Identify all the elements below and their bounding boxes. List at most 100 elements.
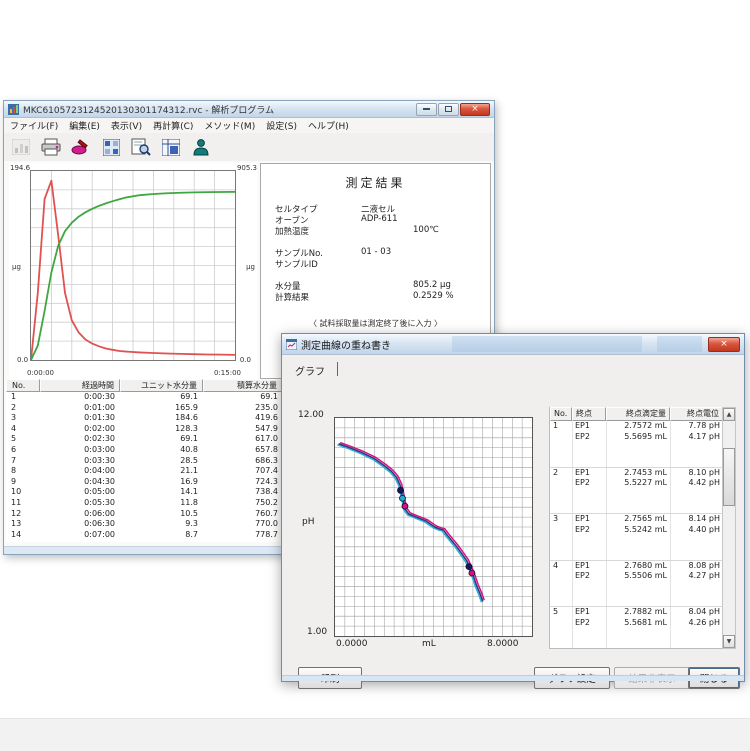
moisture-table-row[interactable]: 90:04:3016.9724.3 bbox=[6, 477, 283, 488]
left-axis-unit: μg bbox=[12, 263, 21, 271]
result-row: オーブンADP-611 bbox=[275, 214, 490, 225]
maximize-button[interactable] bbox=[438, 103, 459, 116]
moisture-table-row[interactable]: 140:07:008.7778.7 bbox=[6, 530, 283, 541]
print-tool-button[interactable] bbox=[37, 134, 65, 161]
menu-item[interactable]: ファイル(F) bbox=[10, 119, 58, 132]
results-title: 測定結果 bbox=[261, 174, 490, 191]
moisture-table-row[interactable]: 60:03:0040.8657.8 bbox=[6, 445, 283, 456]
endpoint-marker bbox=[466, 564, 472, 570]
scroll-up-arrow[interactable]: ▲ bbox=[723, 408, 735, 421]
results-note: 〈 試料採取量は測定終了後に入力 〉 bbox=[261, 318, 490, 329]
endpoint-marker bbox=[398, 487, 404, 493]
endpoint-marker bbox=[469, 570, 475, 576]
chart-icon bbox=[12, 139, 30, 155]
calc-tool-button[interactable] bbox=[97, 134, 125, 161]
ml-axis-max: 8.0000 bbox=[487, 639, 519, 649]
col-no: No. bbox=[6, 379, 40, 392]
endpoint-table-body: 1EP12.7572 mL7.78 pHEP25.5695 mL4.17 pH2… bbox=[550, 421, 723, 649]
moisture-table-row[interactable]: 100:05:0014.1738.4 bbox=[6, 487, 283, 498]
endpoint-marker bbox=[402, 503, 408, 509]
col-ep-volume: 終点滴定量 bbox=[606, 407, 670, 421]
moisture-plot bbox=[30, 170, 236, 361]
user-tool-button[interactable] bbox=[187, 134, 215, 161]
scroll-thumb[interactable] bbox=[723, 448, 735, 506]
left-axis-min: 0.0 bbox=[17, 356, 28, 364]
endpoint-row-group[interactable]: 2EP12.7453 mL8.10 pHEP25.5227 mL4.42 pH bbox=[550, 468, 723, 515]
right-axis-unit: μg bbox=[246, 263, 255, 271]
ml-axis-min: 0.0000 bbox=[336, 639, 368, 649]
chart-tool-button[interactable] bbox=[7, 134, 35, 161]
moisture-table-row[interactable]: 70:03:3028.5686.3 bbox=[6, 456, 283, 467]
endpoint-table-scrollbar[interactable]: ▲ ▼ bbox=[722, 407, 736, 649]
result-row bbox=[275, 269, 490, 280]
ph-axis-max: 12.00 bbox=[298, 410, 324, 420]
pen-icon bbox=[71, 138, 91, 156]
search-doc-icon bbox=[131, 138, 151, 156]
close-button[interactable]: × bbox=[460, 103, 490, 116]
overlay-content: グラフ 12.00 pH 1.00 0.0000 mL 8.0000 No. 終… bbox=[282, 355, 744, 681]
overlay-window-icon bbox=[286, 339, 297, 350]
overlay-window-title: 測定曲線の重ね書き bbox=[301, 337, 391, 352]
page-bottom-strip bbox=[0, 718, 750, 751]
right-axis-min: 0.0 bbox=[240, 356, 251, 364]
endpoint-row-group[interactable]: 5EP12.7882 mL8.04 pHEP25.5681 mL4.26 pH bbox=[550, 607, 723, 649]
x-axis-end: 0:15:00 bbox=[214, 369, 241, 377]
result-row: サンプルNo.01 - 03 bbox=[275, 247, 490, 258]
graph-tool-button[interactable] bbox=[157, 134, 185, 161]
menu-item[interactable]: 表示(V) bbox=[111, 119, 142, 132]
sample-tool-button[interactable] bbox=[67, 134, 95, 161]
minimize-button[interactable] bbox=[416, 103, 437, 116]
overlay-title-bar[interactable]: 測定曲線の重ね書き × bbox=[282, 334, 744, 355]
ph-axis-label: pH bbox=[302, 517, 314, 527]
col-ep-potential: 終点電位 bbox=[670, 407, 723, 421]
moisture-table: No. 経過時間 ユニット水分量 積算水分量 10:00:3069.169.12… bbox=[6, 379, 284, 542]
overlay-window: 測定曲線の重ね書き × グラフ 12.00 pH 1.00 0.0000 mL … bbox=[281, 333, 745, 682]
col-no: No. bbox=[550, 407, 572, 421]
moisture-table-row[interactable]: 120:06:0010.5760.7 bbox=[6, 509, 283, 520]
window-title: MKC6105723124520130301174312.rvc - 解析プログ… bbox=[23, 103, 274, 116]
moisture-table-row[interactable]: 130:06:309.3770.0 bbox=[6, 519, 283, 530]
person-icon bbox=[192, 138, 210, 156]
table-graph-icon bbox=[162, 139, 180, 156]
printer-icon bbox=[41, 138, 61, 156]
endpoint-row-group[interactable]: 1EP12.7572 mL7.78 pHEP25.5695 mL4.17 pH bbox=[550, 421, 723, 468]
glass-artifact bbox=[657, 336, 702, 352]
result-row: サンプルID bbox=[275, 258, 490, 269]
toolbar bbox=[4, 133, 494, 162]
moisture-table-row[interactable]: 10:00:3069.169.1 bbox=[6, 392, 283, 403]
endpoint-table: No. 終点 終点滴定量 終点電位 1EP12.7572 mL7.78 pHEP… bbox=[549, 407, 723, 649]
menu-item[interactable]: ヘルプ(H) bbox=[308, 119, 349, 132]
moisture-table-row[interactable]: 50:02:3069.1617.0 bbox=[6, 434, 283, 445]
glass-artifact bbox=[452, 336, 642, 352]
results-rows: セルタイプ二液セルオーブンADP-611加熱温度100℃サンプルNo.01 - … bbox=[261, 203, 490, 302]
tab-divider bbox=[337, 362, 338, 376]
result-row: 加熱温度100℃ bbox=[275, 225, 490, 236]
endpoint-table-header: No. 終点 終点滴定量 終点電位 bbox=[550, 407, 723, 421]
menu-item[interactable]: 編集(E) bbox=[69, 119, 100, 132]
menu-item[interactable]: 設定(S) bbox=[266, 119, 297, 132]
endpoint-marker bbox=[399, 495, 405, 501]
moisture-table-row[interactable]: 80:04:0021.1707.4 bbox=[6, 466, 283, 477]
moisture-table-row[interactable]: 20:01:00165.9235.0 bbox=[6, 403, 283, 414]
endpoint-row-group[interactable]: 3EP12.7565 mL8.14 pHEP25.5242 mL4.40 pH bbox=[550, 514, 723, 561]
moisture-table-row[interactable]: 110:05:3011.8750.2 bbox=[6, 498, 283, 509]
title-bar[interactable]: MKC6105723124520130301174312.rvc - 解析プログ… bbox=[4, 101, 494, 118]
overlay-close-button[interactable]: × bbox=[708, 337, 740, 352]
col-endpoint: 終点 bbox=[572, 407, 606, 421]
result-row: 水分量805.2 μg bbox=[275, 280, 490, 291]
moisture-table-row[interactable]: 40:02:00128.3547.9 bbox=[6, 424, 283, 435]
left-axis-max: 194.6 bbox=[10, 164, 30, 172]
review-tool-button[interactable] bbox=[127, 134, 155, 161]
endpoint-row-group[interactable]: 4EP12.7680 mL8.08 pHEP25.5506 mL4.27 pH bbox=[550, 561, 723, 608]
result-row: 計算結果0.2529 % bbox=[275, 291, 490, 302]
moisture-table-row[interactable]: 30:01:30184.6419.6 bbox=[6, 413, 283, 424]
col-unit-moisture: ユニット水分量 bbox=[120, 379, 203, 392]
tab-graph[interactable]: グラフ bbox=[295, 363, 325, 378]
menu-item[interactable]: メソッド(M) bbox=[204, 119, 255, 132]
moisture-table-header: No. 経過時間 ユニット水分量 積算水分量 bbox=[6, 379, 283, 392]
menu-item[interactable]: 再計算(C) bbox=[153, 119, 193, 132]
moisture-chart-panel: 194.6 0.0 μg 905.3 0.0 μg 0:00:00 0:15:0… bbox=[9, 163, 257, 379]
menu-bar: ファイル(F) 編集(E) 表示(V) 再計算(C) メソッド(M) 設定(S) ヘルプ(H… bbox=[4, 118, 494, 134]
scroll-down-arrow[interactable]: ▼ bbox=[723, 635, 735, 648]
grid-icon bbox=[103, 139, 120, 156]
